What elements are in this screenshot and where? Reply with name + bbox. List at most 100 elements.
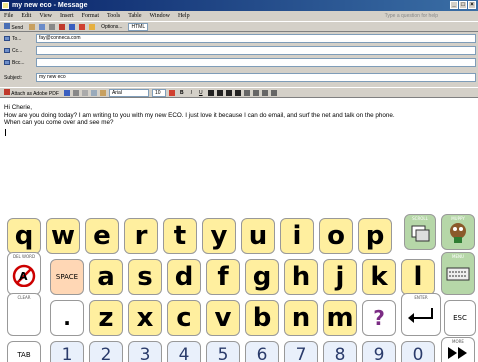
key-o[interactable]: o [319,218,353,254]
escape-button[interactable]: ESC [444,300,476,336]
to-field[interactable]: fay@conneca.com [36,34,476,43]
cc-field[interactable] [36,46,476,55]
key-2[interactable]: 2 [89,341,123,362]
help-search-box[interactable]: Type a question for help [385,11,438,21]
key-a[interactable]: a [89,259,123,295]
muppy-character-icon [450,223,466,243]
subject-field[interactable]: my new eco [36,73,476,82]
menu-window[interactable]: Window [150,11,170,21]
key-3[interactable]: 3 [128,341,162,362]
bcc-button[interactable]: Bcc... [0,60,36,66]
key-7[interactable]: 7 [284,341,318,362]
key-k[interactable]: k [362,259,396,295]
key-z[interactable]: z [89,300,123,336]
key-p[interactable]: p [358,218,392,254]
key-m[interactable]: m [323,300,357,336]
enter-button[interactable]: ENTER [401,293,441,336]
attach-file-icon[interactable] [49,23,56,30]
size-select[interactable]: 10 [151,88,166,97]
more-button[interactable]: MORE [441,337,475,362]
font-color-icon[interactable] [168,89,175,96]
key-r[interactable]: r [124,218,158,254]
message-body[interactable]: Hi Cherie, How are you doing today? I am… [0,98,478,210]
key-4[interactable]: 4 [167,341,201,362]
key-1[interactable]: 1 [50,341,84,362]
menu-insert[interactable]: Insert [60,11,74,21]
maximize-button[interactable]: □ [459,1,467,9]
menu-view[interactable]: View [39,11,52,21]
key-u[interactable]: u [241,218,275,254]
tab-button[interactable]: TAB [7,341,41,362]
key-9[interactable]: 9 [362,341,396,362]
options-button[interactable]: Options... [99,23,124,31]
importance-high-icon[interactable] [59,23,66,30]
key-f[interactable]: f [206,259,240,295]
numbered-list-icon[interactable] [243,89,250,96]
key-6[interactable]: 6 [245,341,279,362]
cc-button[interactable]: Cc... [0,48,36,54]
key-n[interactable]: n [284,300,318,336]
send-button[interactable]: Send [2,22,25,31]
cut-icon[interactable] [81,89,88,96]
address-book-icon[interactable] [29,23,36,30]
close-button[interactable]: × [468,1,476,9]
italic-button[interactable]: I [189,89,194,97]
key-x[interactable]: x [128,300,162,336]
save-icon[interactable] [63,89,70,96]
menu-table[interactable]: Table [128,11,141,21]
key-q[interactable]: q [7,218,41,254]
align-center-icon[interactable] [216,89,223,96]
key-h[interactable]: h [284,259,318,295]
check-names-icon[interactable] [39,23,46,30]
key-c[interactable]: c [167,300,201,336]
flag-icon[interactable] [79,23,86,30]
key-question[interactable]: ? [362,300,396,336]
muppy-button[interactable]: MUPPY [441,214,475,250]
align-left-icon[interactable] [207,89,214,96]
menu-file[interactable]: File [4,11,13,21]
key-s[interactable]: s [128,259,162,295]
delete-word-button[interactable]: DEL WORD A [7,252,41,295]
to-button[interactable]: To... [0,36,36,42]
bulleted-list-icon[interactable] [252,89,259,96]
increase-indent-icon[interactable] [270,89,277,96]
importance-low-icon[interactable] [69,23,76,30]
key-t[interactable]: t [163,218,197,254]
underline-button[interactable]: U [197,89,205,97]
key-8[interactable]: 8 [323,341,357,362]
key-b[interactable]: b [245,300,279,336]
minimize-button[interactable]: _ [450,1,458,9]
font-select[interactable]: Arial [108,88,149,97]
menu-tools[interactable]: Tools [107,11,120,21]
paste-icon[interactable] [99,89,106,96]
key-v[interactable]: v [206,300,240,336]
print-icon[interactable] [72,89,79,96]
align-right-icon[interactable] [225,89,232,96]
key-period[interactable]: . [50,300,84,336]
copy-icon[interactable] [90,89,97,96]
menu-help[interactable]: Help [178,11,190,21]
key-d[interactable]: d [167,259,201,295]
key-g[interactable]: g [245,259,279,295]
menu-button[interactable]: MENU [441,252,475,295]
key-j[interactable]: j [323,259,357,295]
bold-button[interactable]: B [178,89,186,97]
attach-pdf-button[interactable]: Attach as Adobe PDF [2,88,61,97]
clear-button[interactable]: CLEAR [7,293,41,336]
message-format-select[interactable]: HTML [128,22,149,31]
key-y[interactable]: y [202,218,236,254]
key-w[interactable]: w [46,218,80,254]
justify-icon[interactable] [234,89,241,96]
menu-format[interactable]: Format [82,11,99,21]
signature-icon[interactable] [89,23,96,30]
bcc-field[interactable] [36,58,476,67]
key-l[interactable]: l [401,259,435,295]
scroll-button[interactable]: SCROLL [404,214,436,250]
key-e[interactable]: e [85,218,119,254]
menu-edit[interactable]: Edit [21,11,31,21]
key-5[interactable]: 5 [206,341,240,362]
key-i[interactable]: i [280,218,314,254]
decrease-indent-icon[interactable] [261,89,268,96]
key-0[interactable]: 0 [401,341,435,362]
space-button[interactable]: SPACE [50,259,84,295]
